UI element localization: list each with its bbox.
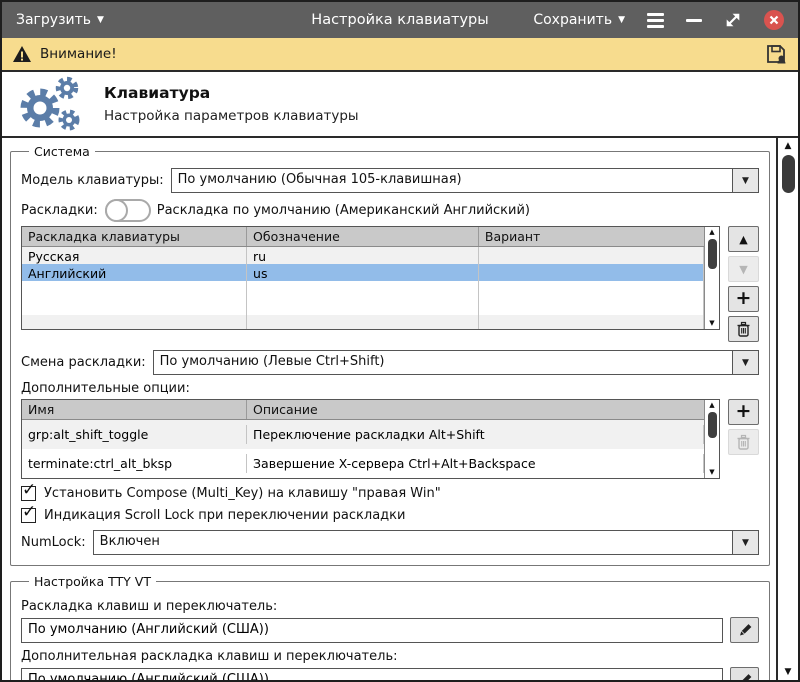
tty-alt-keymap-label: Дополнительная раскладка клавиш и перекл…: [21, 649, 759, 664]
page-title: Клавиатура: [104, 84, 359, 102]
move-up-button[interactable]: ▲: [728, 226, 759, 252]
hamburger-menu-icon[interactable]: [647, 13, 664, 28]
compose-checkbox-label: Установить Compose (Multi_Key) на клавиш…: [44, 486, 441, 501]
main-scrollbar[interactable]: ▲ ▼: [776, 138, 798, 680]
layout-switch-label: Смена раскладки:: [21, 355, 146, 370]
default-layout-toggle[interactable]: [105, 199, 151, 222]
table-row[interactable]: Русская ru: [22, 247, 704, 264]
options-table-header: Имя Описание: [22, 400, 704, 420]
warning-text: Внимание!: [40, 46, 117, 62]
extra-options-label: Дополнительные опции:: [21, 381, 190, 396]
table-row[interactable]: [22, 315, 704, 329]
delete-layout-button[interactable]: [728, 316, 759, 342]
tty-alt-keymap-input[interactable]: По умолчанию (Английский (США)): [21, 668, 723, 681]
chevron-down-icon: ▼: [618, 16, 625, 25]
add-layout-button[interactable]: +: [728, 286, 759, 312]
move-down-button[interactable]: ▼: [728, 256, 759, 282]
delete-option-button[interactable]: [728, 429, 759, 455]
keyboard-model-value: По умолчанию (Обычная 105-клавишная): [172, 169, 732, 192]
scroll-down-icon[interactable]: ▼: [709, 319, 714, 328]
dropdown-arrow-icon[interactable]: ▼: [732, 351, 758, 374]
options-table: Имя Описание grp:alt_shift_toggle Перекл…: [21, 399, 720, 479]
scroll-down-icon[interactable]: ▼: [709, 468, 714, 477]
keyboard-model-select[interactable]: По умолчанию (Обычная 105-клавишная) ▼: [171, 168, 759, 193]
chevron-down-icon: ▼: [97, 16, 104, 25]
save-note-icon[interactable]: [764, 42, 788, 66]
keyboard-settings-window: Загрузить ▼ Настройка клавиатуры Сохрани…: [0, 0, 800, 682]
tty-keymap-input[interactable]: По умолчанию (Английский (США)): [21, 618, 723, 643]
table-row[interactable]: [22, 281, 704, 298]
col-header-code[interactable]: Обозначение: [247, 227, 479, 246]
compose-checkbox[interactable]: ✓: [21, 486, 36, 501]
col-header-description[interactable]: Описание: [247, 400, 704, 419]
minimize-icon[interactable]: [686, 19, 702, 22]
tty-group: Настройка TTY VT Раскладка клавиш и пере…: [10, 574, 770, 680]
warning-bar: Внимание!: [2, 38, 798, 72]
gears-icon: [14, 76, 86, 132]
table-row-selected[interactable]: Английский us: [22, 264, 704, 281]
layouts-label: Раскладки:: [21, 203, 98, 218]
col-header-variant[interactable]: Вариант: [479, 227, 704, 246]
save-menu-label: Сохранить: [533, 12, 612, 28]
warning-icon: [12, 45, 32, 63]
load-menu-label: Загрузить: [16, 12, 91, 28]
options-table-scrollbar[interactable]: ▲ ▼: [704, 400, 719, 478]
scroll-down-icon[interactable]: ▼: [785, 666, 792, 678]
system-group: Система Модель клавиатуры: По умолчанию …: [10, 144, 770, 566]
dropdown-arrow-icon[interactable]: ▼: [732, 169, 758, 192]
add-option-button[interactable]: +: [728, 399, 759, 425]
dropdown-arrow-icon[interactable]: ▼: [732, 531, 758, 554]
system-group-legend: Система: [29, 144, 95, 159]
titlebar: Загрузить ▼ Настройка клавиатуры Сохрани…: [2, 2, 798, 38]
layouts-toggle-caption: Раскладка по умолчанию (Американский Анг…: [157, 203, 530, 218]
numlock-value: Включен: [94, 531, 732, 554]
layout-switch-select[interactable]: По умолчанию (Левые Ctrl+Shift) ▼: [153, 350, 759, 375]
save-menu-button[interactable]: Сохранить ▼: [533, 12, 625, 28]
resize-icon[interactable]: [724, 11, 742, 29]
numlock-label: NumLock:: [21, 535, 86, 550]
scroll-up-icon[interactable]: ▲: [785, 140, 792, 152]
keyboard-model-label: Модель клавиатуры:: [21, 173, 164, 188]
edit-pencil-icon[interactable]: [730, 667, 759, 680]
load-menu-button[interactable]: Загрузить ▼: [16, 12, 104, 28]
close-icon[interactable]: [764, 10, 784, 30]
layout-switch-value: По умолчанию (Левые Ctrl+Shift): [154, 351, 732, 374]
scroll-up-icon[interactable]: ▲: [709, 228, 714, 237]
numlock-select[interactable]: Включен ▼: [93, 530, 759, 555]
app-header: Клавиатура Настройка параметров клавиату…: [2, 72, 798, 136]
scroll-up-icon[interactable]: ▲: [709, 401, 714, 410]
tty-keymap-label: Раскладка клавиш и переключатель:: [21, 599, 759, 614]
layouts-table-scrollbar[interactable]: ▲ ▼: [704, 227, 719, 329]
scrollbar-thumb[interactable]: [708, 239, 717, 269]
layouts-table-header: Раскладка клавиатуры Обозначение Вариант: [22, 227, 704, 247]
col-header-name[interactable]: Имя: [22, 400, 247, 419]
scrollbar-thumb[interactable]: [708, 412, 717, 438]
table-row[interactable]: grp:alt_shift_toggle Переключение раскла…: [22, 420, 704, 449]
col-header-layout[interactable]: Раскладка клавиатуры: [22, 227, 247, 246]
scrollbar-thumb[interactable]: [782, 155, 795, 193]
tty-group-legend: Настройка TTY VT: [29, 574, 156, 589]
window-title: Настройка клавиатуры: [311, 12, 488, 28]
scrolllock-checkbox-label: Индикация Scroll Lock при переключении р…: [44, 508, 405, 523]
scrolllock-checkbox[interactable]: ✓: [21, 508, 36, 523]
table-row[interactable]: terminate:ctrl_alt_bksp Завершение X-сер…: [22, 449, 704, 478]
page-subtitle: Настройка параметров клавиатуры: [104, 108, 359, 124]
layouts-table: Раскладка клавиатуры Обозначение Вариант…: [21, 226, 720, 330]
edit-pencil-icon[interactable]: [730, 617, 759, 643]
table-row[interactable]: [22, 298, 704, 315]
